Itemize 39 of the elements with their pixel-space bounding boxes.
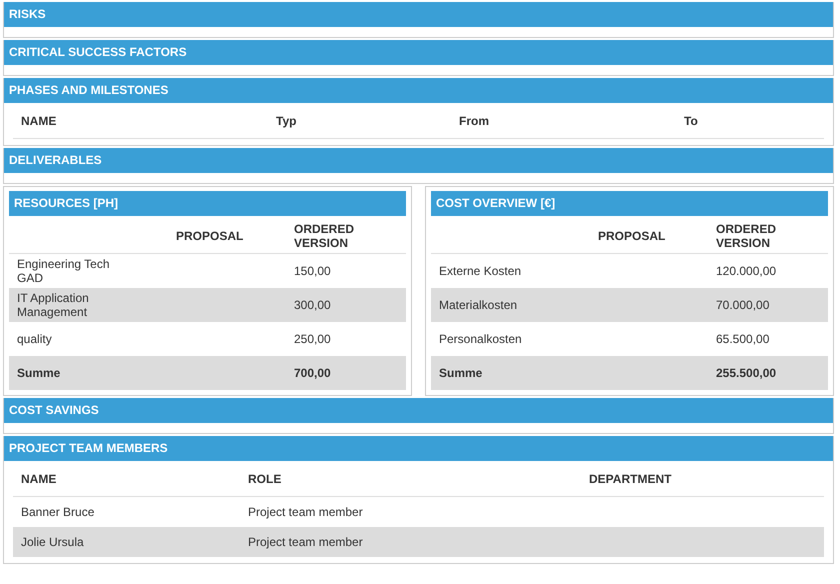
column-header: ORDERED VERSION [294, 222, 356, 250]
column-header: DEPARTMENT [589, 472, 672, 486]
column-header: Typ [276, 114, 296, 128]
table-cell: 255.500,00 [716, 366, 776, 380]
table-cell: 65.500,00 [716, 332, 770, 346]
table-cell: Project team member [248, 535, 363, 549]
table-cell: Jolie Ursula [21, 535, 84, 549]
column-header: PROPOSAL [598, 228, 666, 242]
table-cell: quality [17, 332, 52, 346]
table-cell: Materialkosten [439, 298, 518, 312]
column-header: NAME [21, 472, 56, 486]
table-cell: Personalkosten [439, 332, 522, 346]
section-header: DELIVERABLES [4, 148, 833, 173]
table-cell: Externe Kosten [439, 264, 522, 278]
section-header: PHASES AND MILESTONES [4, 78, 833, 103]
table-cell: Project team member [248, 505, 363, 519]
table-cell: 700,00 [294, 366, 331, 380]
section-header: CRITICAL SUCCESS FACTORS [4, 40, 833, 65]
section-header: COST SAVINGS [4, 398, 833, 423]
section-header: RISKS [4, 2, 833, 27]
panel-header: COST OVERVIEW [€] [431, 191, 828, 216]
table-cell: 150,00 [294, 264, 331, 278]
table-cell-text: IT Application Management [17, 291, 90, 319]
column-header: NAME [21, 114, 56, 128]
table-cell: 300,00 [294, 298, 331, 312]
column-header: From [459, 114, 489, 128]
table-cell: 120.000,00 [716, 264, 776, 278]
section-header: PROJECT TEAM MEMBERS [4, 436, 833, 461]
panel-header: RESOURCES [PH] [9, 191, 406, 216]
column-header: ROLE [248, 472, 282, 486]
table-cell: 250,00 [294, 332, 331, 346]
column-header: ORDERED VERSION [716, 222, 778, 250]
table-cell: Summe [439, 366, 482, 380]
column-header: To [684, 114, 698, 128]
table-cell-text: Engineering Tech GAD [17, 257, 111, 285]
table-cell: 70.000,00 [716, 298, 770, 312]
table-cell: Summe [17, 366, 60, 380]
table-cell: Banner Bruce [21, 505, 94, 519]
column-header: PROPOSAL [176, 228, 244, 242]
